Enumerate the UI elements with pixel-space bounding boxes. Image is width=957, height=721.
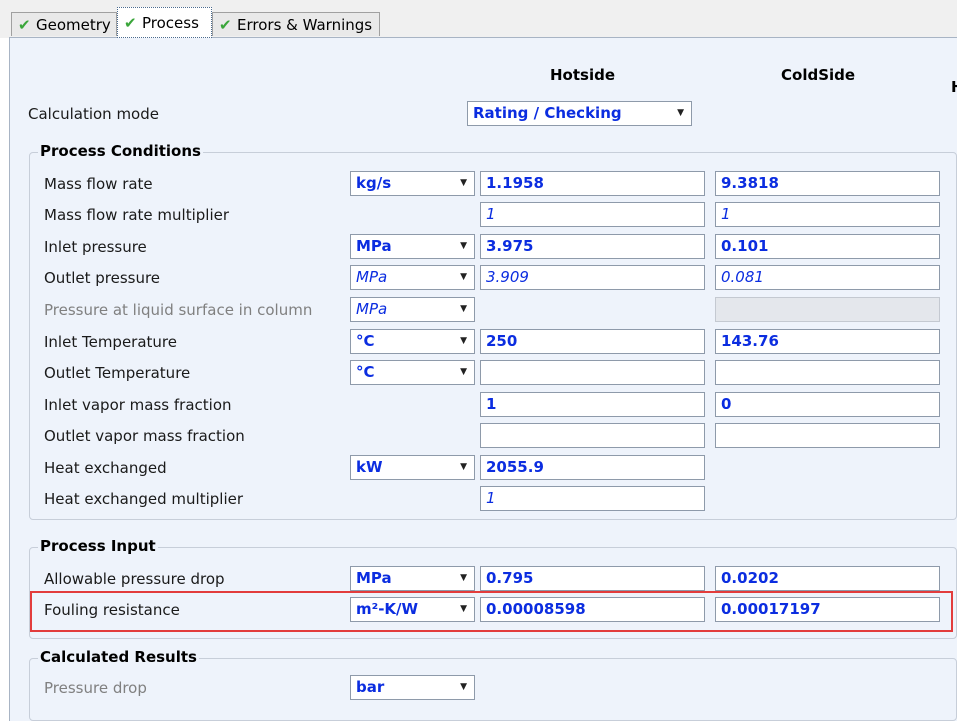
unit-select[interactable]: °C ▼ bbox=[350, 329, 475, 354]
check-icon: ✔ bbox=[219, 16, 232, 34]
calculated-results-group bbox=[29, 658, 957, 721]
tab-errors-warnings[interactable]: ✔ Errors & Warnings bbox=[212, 12, 380, 36]
dropdown-arrow-icon: ▼ bbox=[460, 682, 467, 692]
calculation-mode-value: Rating / Checking bbox=[473, 104, 622, 122]
unit-value: °C bbox=[356, 332, 375, 350]
hotside-input[interactable] bbox=[480, 360, 705, 385]
column-header-partial: H bbox=[951, 78, 957, 96]
row-label: Mass flow rate multiplier bbox=[44, 206, 230, 224]
check-icon: ✔ bbox=[124, 14, 137, 32]
dropdown-arrow-icon: ▼ bbox=[460, 178, 467, 188]
unit-value: MPa bbox=[356, 268, 388, 286]
hotside-input[interactable]: 1 bbox=[480, 392, 705, 417]
tab-label: Process bbox=[142, 14, 199, 32]
unit-value: m²-K/W bbox=[356, 600, 419, 618]
coldside-input[interactable] bbox=[715, 360, 940, 385]
coldside-input[interactable]: 0.101 bbox=[715, 234, 940, 259]
unit-select[interactable]: kg/s ▼ bbox=[350, 171, 475, 196]
unit-value: MPa bbox=[356, 300, 388, 318]
dropdown-arrow-icon: ▼ bbox=[460, 604, 467, 614]
unit-value: kW bbox=[356, 458, 383, 476]
unit-value: MPa bbox=[356, 569, 392, 587]
dropdown-arrow-icon: ▼ bbox=[460, 336, 467, 346]
row-label: Fouling resistance bbox=[44, 601, 180, 619]
hotside-input[interactable]: 1 bbox=[480, 202, 705, 227]
coldside-input[interactable]: 0 bbox=[715, 392, 940, 417]
unit-select[interactable]: MPa ▼ bbox=[350, 297, 475, 322]
dropdown-arrow-icon: ▼ bbox=[460, 304, 467, 314]
unit-value: °C bbox=[356, 363, 375, 381]
unit-select[interactable]: °C ▼ bbox=[350, 360, 475, 385]
tab-label: Errors & Warnings bbox=[237, 16, 373, 34]
hotside-input[interactable]: 250 bbox=[480, 329, 705, 354]
row-label: Outlet vapor mass fraction bbox=[44, 427, 245, 445]
row-label: Heat exchanged bbox=[44, 459, 167, 477]
calculated-results-title: Calculated Results bbox=[38, 648, 199, 666]
coldside-input[interactable] bbox=[715, 423, 940, 448]
unit-select[interactable]: m²-K/W ▼ bbox=[350, 597, 475, 622]
dropdown-arrow-icon: ▼ bbox=[460, 573, 467, 583]
row-label: Outlet pressure bbox=[44, 269, 161, 287]
tab-bar: ✔ Geometry ✔ Process ✔ Errors & Warnings bbox=[0, 0, 957, 38]
unit-select[interactable]: MPa ▼ bbox=[350, 265, 475, 290]
hotside-input[interactable]: 3.975 bbox=[480, 234, 705, 259]
hotside-input[interactable]: 3.909 bbox=[480, 265, 705, 290]
row-label: Inlet vapor mass fraction bbox=[44, 396, 232, 414]
tab-geometry[interactable]: ✔ Geometry bbox=[11, 12, 117, 36]
row-label: Inlet pressure bbox=[44, 238, 147, 256]
hotside-input[interactable]: 1 bbox=[480, 486, 705, 511]
row-label: Heat exchanged multiplier bbox=[44, 490, 244, 508]
dropdown-arrow-icon: ▼ bbox=[460, 462, 467, 472]
coldside-input[interactable]: 0.081 bbox=[715, 265, 940, 290]
tab-process[interactable]: ✔ Process bbox=[117, 7, 212, 38]
row-label: Allowable pressure drop bbox=[44, 570, 225, 588]
hotside-input[interactable]: 1.1958 bbox=[480, 171, 705, 196]
unit-select[interactable]: bar ▼ bbox=[350, 675, 475, 700]
unit-select[interactable]: MPa ▼ bbox=[350, 566, 475, 591]
tab-label: Geometry bbox=[36, 16, 111, 34]
coldside-input[interactable]: 0.00017197 bbox=[715, 597, 940, 622]
row-label: Outlet Temperature bbox=[44, 364, 191, 382]
row-label: Mass flow rate bbox=[44, 175, 153, 193]
process-input-title: Process Input bbox=[38, 537, 158, 555]
unit-select[interactable]: MPa ▼ bbox=[350, 234, 475, 259]
column-header-coldside: ColdSide bbox=[781, 66, 856, 84]
coldside-input bbox=[715, 297, 940, 322]
hotside-input[interactable]: 0.00008598 bbox=[480, 597, 705, 622]
hotside-input[interactable]: 0.795 bbox=[480, 566, 705, 591]
unit-value: kg/s bbox=[356, 174, 392, 192]
dropdown-arrow-icon: ▼ bbox=[460, 367, 467, 377]
unit-select[interactable]: kW ▼ bbox=[350, 455, 475, 480]
row-label: Pressure drop bbox=[44, 679, 147, 697]
hotside-input[interactable]: 2055.9 bbox=[480, 455, 705, 480]
column-header-hotside: Hotside bbox=[550, 66, 616, 84]
coldside-input[interactable]: 9.3818 bbox=[715, 171, 940, 196]
process-conditions-title: Process Conditions bbox=[38, 142, 203, 160]
coldside-input[interactable]: 143.76 bbox=[715, 329, 940, 354]
check-icon: ✔ bbox=[18, 16, 31, 34]
row-label: Inlet Temperature bbox=[44, 333, 177, 351]
unit-value: bar bbox=[356, 678, 385, 696]
row-label: Pressure at liquid surface in column bbox=[44, 301, 313, 319]
coldside-input[interactable]: 0.0202 bbox=[715, 566, 940, 591]
unit-value: MPa bbox=[356, 237, 392, 255]
dropdown-arrow-icon: ▼ bbox=[460, 241, 467, 251]
dropdown-arrow-icon: ▼ bbox=[460, 272, 467, 282]
coldside-input[interactable]: 1 bbox=[715, 202, 940, 227]
calculation-mode-label: Calculation mode bbox=[28, 105, 159, 123]
dropdown-arrow-icon: ▼ bbox=[677, 108, 684, 118]
calculation-mode-select[interactable]: Rating / Checking ▼ bbox=[467, 101, 692, 126]
hotside-input[interactable] bbox=[480, 423, 705, 448]
